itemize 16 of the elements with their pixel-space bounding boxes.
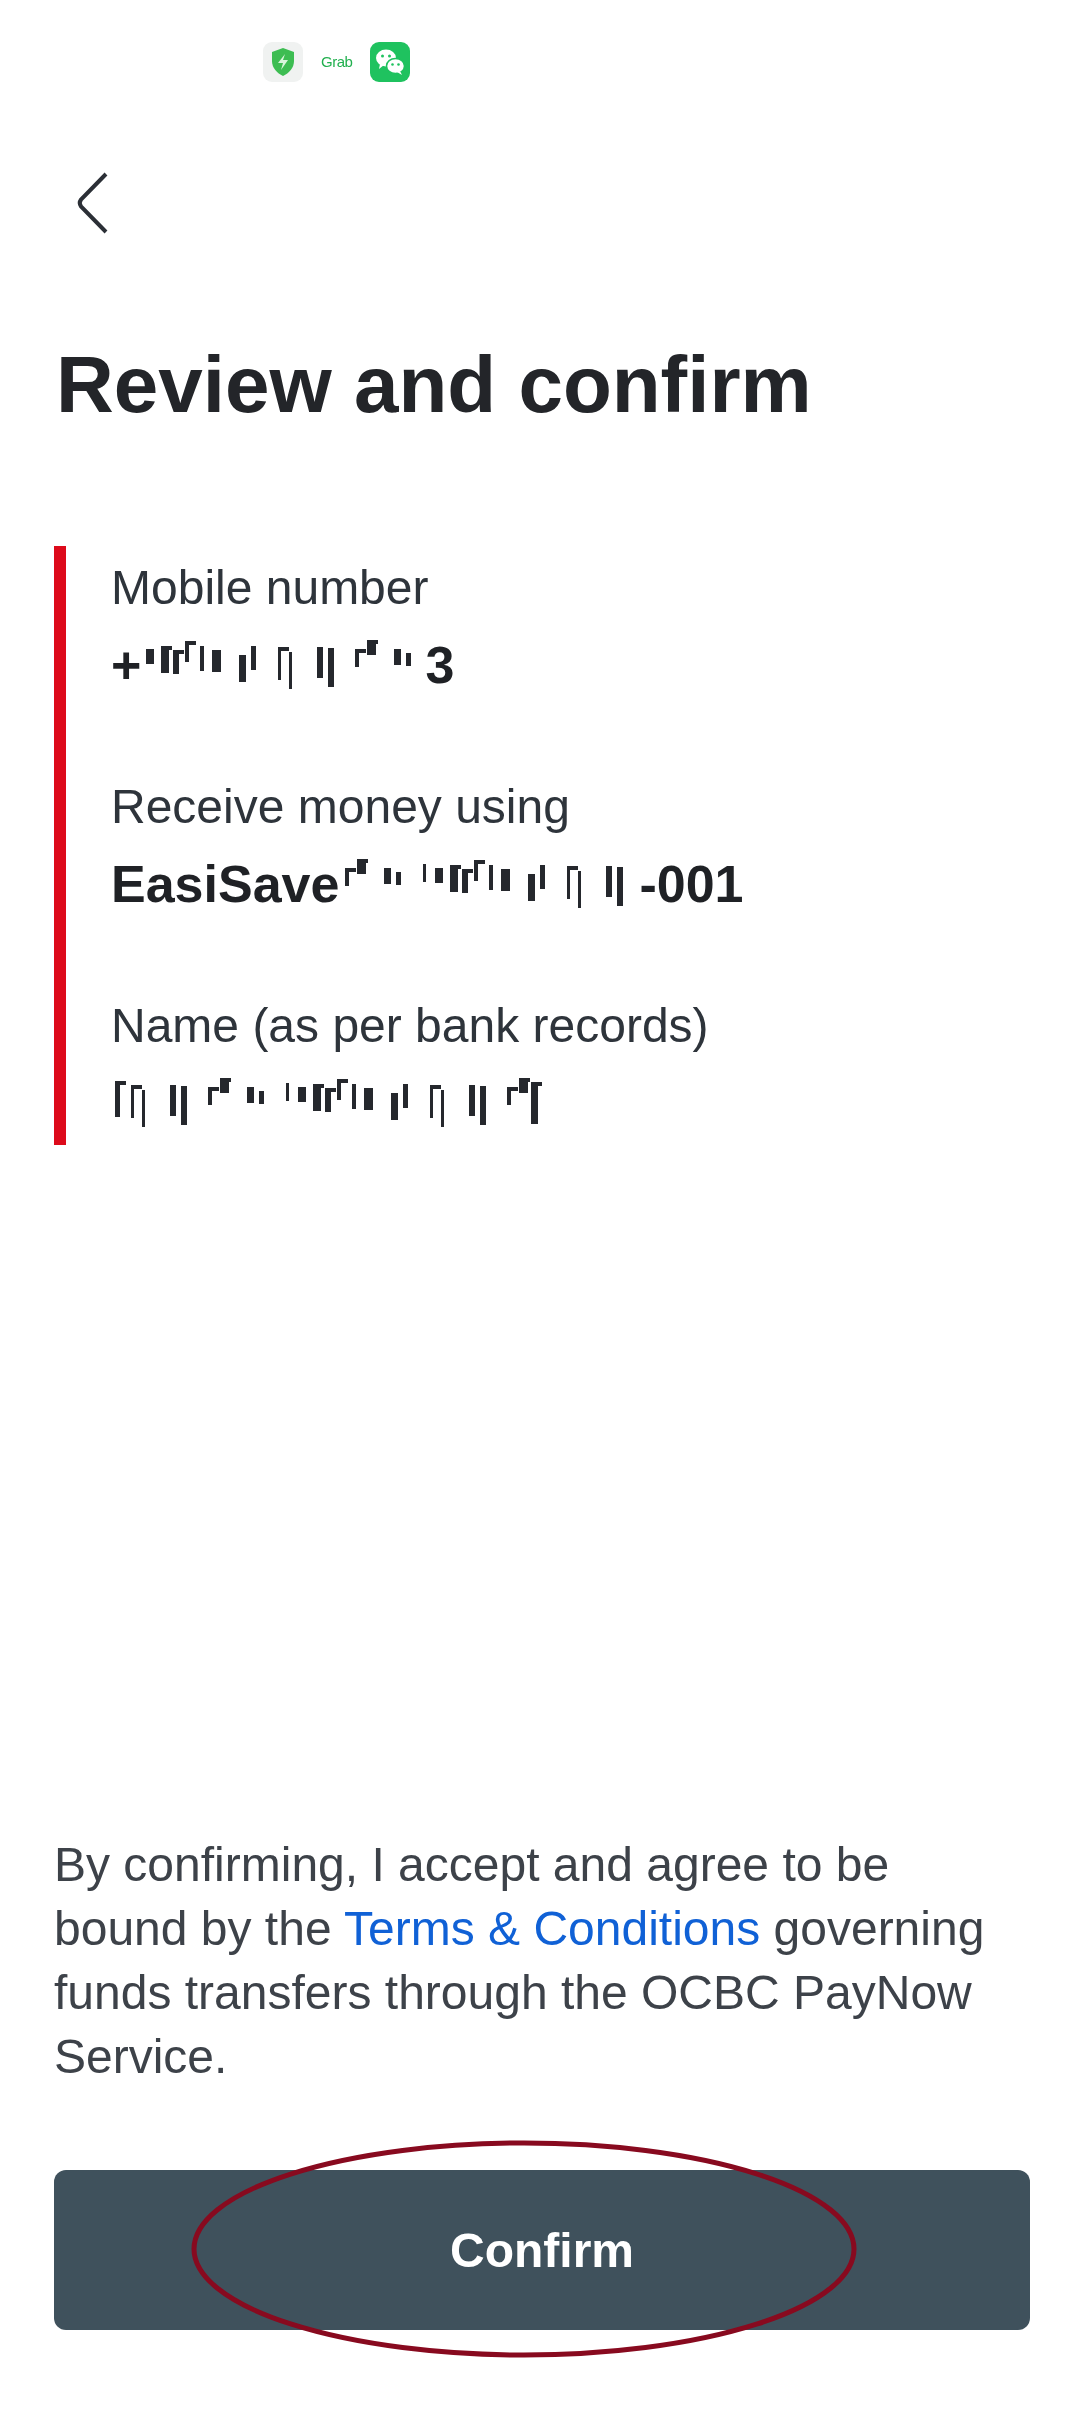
detail-label: Receive money using	[111, 779, 571, 835]
detail-value: +	[111, 635, 142, 696]
chat-bubbles-app-icon	[370, 42, 411, 82]
terms-text: By confirming, I accept and agree to be bound by the Terms & Conditions governing funds transfers through the OCBC PayNow Service.	[54, 1837, 986, 2085]
confirm-button[interactable]: Confirm	[54, 2170, 1030, 2330]
shield-app-icon	[263, 42, 303, 82]
detail-value: EasiSave	[111, 854, 340, 915]
detail-value: -001	[639, 854, 744, 915]
back-button[interactable]	[76, 172, 110, 234]
detail-label: Name (as per bank records)	[111, 998, 710, 1054]
app-logo: Grab	[321, 53, 353, 71]
chevron-left-icon	[76, 172, 110, 234]
page-title: Review and confirm	[56, 339, 813, 431]
detail-value: 3	[425, 635, 455, 696]
terms-link[interactable]: Terms & Conditions	[344, 1902, 761, 1955]
detail-label: Mobile number	[111, 560, 430, 616]
